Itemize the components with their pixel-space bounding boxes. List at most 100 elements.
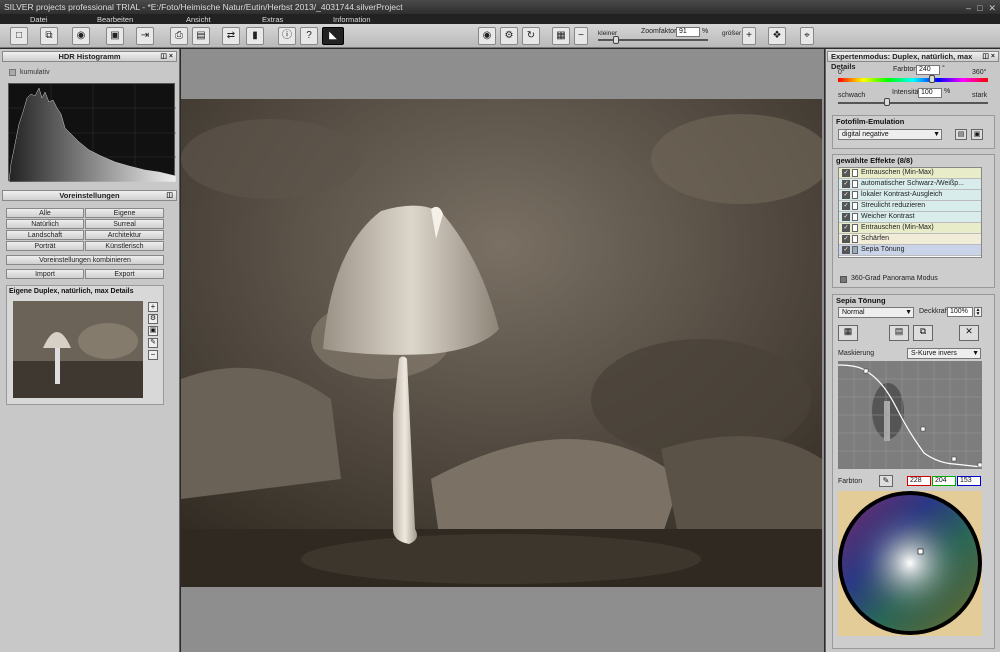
minimize-icon[interactable]: –	[966, 1, 971, 15]
right-panel: Expertenmodus: Duplex, natürlich, max De…	[825, 49, 1000, 652]
palette-icon[interactable]: ◉	[72, 27, 90, 45]
effect-item[interactable]: ✓ Entrauschen (Min-Max)	[839, 168, 981, 179]
green-input[interactable]: 204	[932, 476, 956, 486]
effect-item[interactable]: ✓ Sepia Tönung	[839, 245, 981, 256]
info-icon[interactable]: ⓘ	[278, 27, 296, 45]
mask-select[interactable]: S-Kurve invers ▼	[907, 348, 981, 359]
color-wheel[interactable]	[838, 491, 982, 636]
preset-card[interactable]: Eigene Duplex, natürlich, max Details + …	[6, 285, 164, 405]
preset-landschaft-button[interactable]: Landschaft	[6, 230, 84, 240]
crop-icon[interactable]: ⌖	[800, 27, 814, 45]
opacity-stepper[interactable]: ▲ ▼	[974, 307, 982, 317]
effect-checkbox[interactable]: ✓	[842, 246, 850, 254]
opacity-input[interactable]: 100%	[947, 307, 973, 317]
blue-input[interactable]: 153	[957, 476, 981, 486]
preset-surreal-button[interactable]: Surreal	[85, 219, 164, 229]
zoom-slider-thumb[interactable]	[613, 36, 619, 44]
effect-item[interactable]: ✓ lokaler Kontrast-Ausgleich	[839, 190, 981, 201]
hue-slider[interactable]	[838, 78, 988, 82]
effect-checkbox[interactable]: ✓	[842, 191, 850, 199]
panel-float-icon[interactable]: ◫ ×	[160, 52, 173, 62]
film-load-icon[interactable]: ▤	[955, 129, 967, 140]
preset-save-icon[interactable]: ▣	[148, 326, 158, 336]
film-icon[interactable]: ▮	[246, 27, 264, 45]
preset-eigene-button[interactable]: Eigene	[85, 208, 164, 218]
effect-checkbox[interactable]: ✓	[842, 202, 850, 210]
new-file-icon[interactable]: □	[10, 27, 28, 45]
expert-close-icon[interactable]: ◫ ×	[982, 52, 995, 62]
effect-item[interactable]: ✓ Streulicht reduzieren	[839, 201, 981, 212]
copy-icon[interactable]: ⧉	[40, 27, 58, 45]
compare-icon[interactable]: ⇄	[222, 27, 240, 45]
blend-mode-select[interactable]: Normal ▼	[838, 307, 914, 318]
effect-item[interactable]: ✓ Entrauschen (Min-Max)	[839, 223, 981, 234]
mask-curve-editor[interactable]	[838, 361, 982, 469]
panorama-checkbox[interactable]	[840, 276, 847, 283]
kumulativ-checkbox[interactable]	[9, 69, 16, 76]
preset-architektur-button[interactable]: Architektur	[85, 230, 164, 240]
hue-slider-thumb[interactable]	[929, 75, 935, 83]
effect-label: automatischer Schwarz-/Weißp...	[861, 180, 964, 187]
effect-checkbox[interactable]: ✓	[842, 213, 850, 221]
maximize-icon[interactable]: □	[977, 1, 982, 15]
preset-natuerlich-button[interactable]: Natürlich	[6, 219, 84, 229]
effect-item[interactable]: ✓ Weicher Kontrast	[839, 212, 981, 223]
histogram-icon[interactable]: ◣	[322, 27, 344, 45]
export-button[interactable]: Export	[85, 269, 164, 279]
zoom-input[interactable]: 91	[676, 27, 700, 37]
menu-ansicht[interactable]: Ansicht	[186, 15, 211, 24]
preset-add-icon[interactable]: +	[148, 302, 158, 312]
preset-edit-icon[interactable]: ✎	[148, 338, 158, 348]
red-input[interactable]: 228	[907, 476, 931, 486]
effect-item[interactable]: ✓ automatischer Schwarz-/Weißp...	[839, 179, 981, 190]
preset-alle-button[interactable]: Alle	[6, 208, 84, 218]
menu-bearbeiten[interactable]: Bearbeiten	[97, 15, 133, 24]
mask-load-icon[interactable]: ▤	[889, 325, 909, 341]
grid-icon[interactable]: ▦	[552, 27, 570, 45]
print-icon[interactable]: ⎙	[170, 27, 188, 45]
hue-input[interactable]: 240	[916, 65, 940, 75]
effect-checkbox[interactable]: ✓	[842, 224, 850, 232]
preset-kuenstlerisch-button[interactable]: Künstlerisch	[85, 241, 164, 251]
film-select[interactable]: digital negative ▼	[838, 129, 942, 140]
fit-icon[interactable]: ❖	[768, 27, 786, 45]
doc-icon	[852, 213, 858, 221]
hue-label: Farbton	[893, 66, 918, 73]
zoom-in-icon[interactable]: +	[742, 27, 756, 45]
intensity-slider[interactable]	[838, 102, 988, 104]
menu-datei[interactable]: Datei	[30, 15, 48, 24]
settings-icon[interactable]: ⚙	[500, 27, 518, 45]
effect-checkbox[interactable]: ✓	[842, 169, 850, 177]
effect-item[interactable]: ✓ Schärfen	[839, 234, 981, 245]
save-icon[interactable]: ▣	[106, 27, 124, 45]
close-icon[interactable]: ✕	[988, 1, 996, 15]
effect-checkbox[interactable]: ✓	[842, 235, 850, 243]
preset-settings-icon[interactable]: ⚙	[148, 314, 158, 324]
folder-icon[interactable]: ▤	[192, 27, 210, 45]
effect-checkbox[interactable]: ✓	[842, 180, 850, 188]
zoom-out-icon[interactable]: −	[574, 27, 588, 45]
export-icon[interactable]: ⇥	[136, 27, 154, 45]
eye-icon[interactable]: ◉	[478, 27, 496, 45]
eyedropper-icon[interactable]: ✎	[879, 475, 893, 487]
mask-copy-icon[interactable]: ⧉	[913, 325, 933, 341]
sepia-title: Sepia Tönung	[836, 296, 886, 305]
help-icon[interactable]: ?	[300, 27, 318, 45]
import-button[interactable]: Import	[6, 269, 84, 279]
intensity-slider-thumb[interactable]	[884, 98, 890, 106]
photo-canvas[interactable]	[181, 99, 822, 587]
intensity-input[interactable]: 100	[918, 88, 942, 98]
film-save-icon[interactable]: ▣	[971, 129, 983, 140]
sepia-section: Sepia Tönung Normal ▼ Deckkraft 100% ▲ ▼ …	[832, 294, 995, 649]
mask-delete-icon[interactable]: ✕	[959, 325, 979, 341]
menu-extras[interactable]: Extras	[262, 15, 283, 24]
preset-remove-icon[interactable]: −	[148, 350, 158, 360]
mask-new-icon[interactable]: ▦	[838, 325, 858, 341]
presets-combine-button[interactable]: Voreinstellungen kombinieren	[6, 255, 164, 265]
menu-information[interactable]: Information	[333, 15, 371, 24]
doc-icon	[852, 246, 858, 254]
preset-thumbnail[interactable]	[13, 301, 143, 398]
presets-float-icon[interactable]: ◫	[166, 191, 173, 201]
rotate-icon[interactable]: ↻	[522, 27, 540, 45]
preset-portraet-button[interactable]: Porträt	[6, 241, 84, 251]
